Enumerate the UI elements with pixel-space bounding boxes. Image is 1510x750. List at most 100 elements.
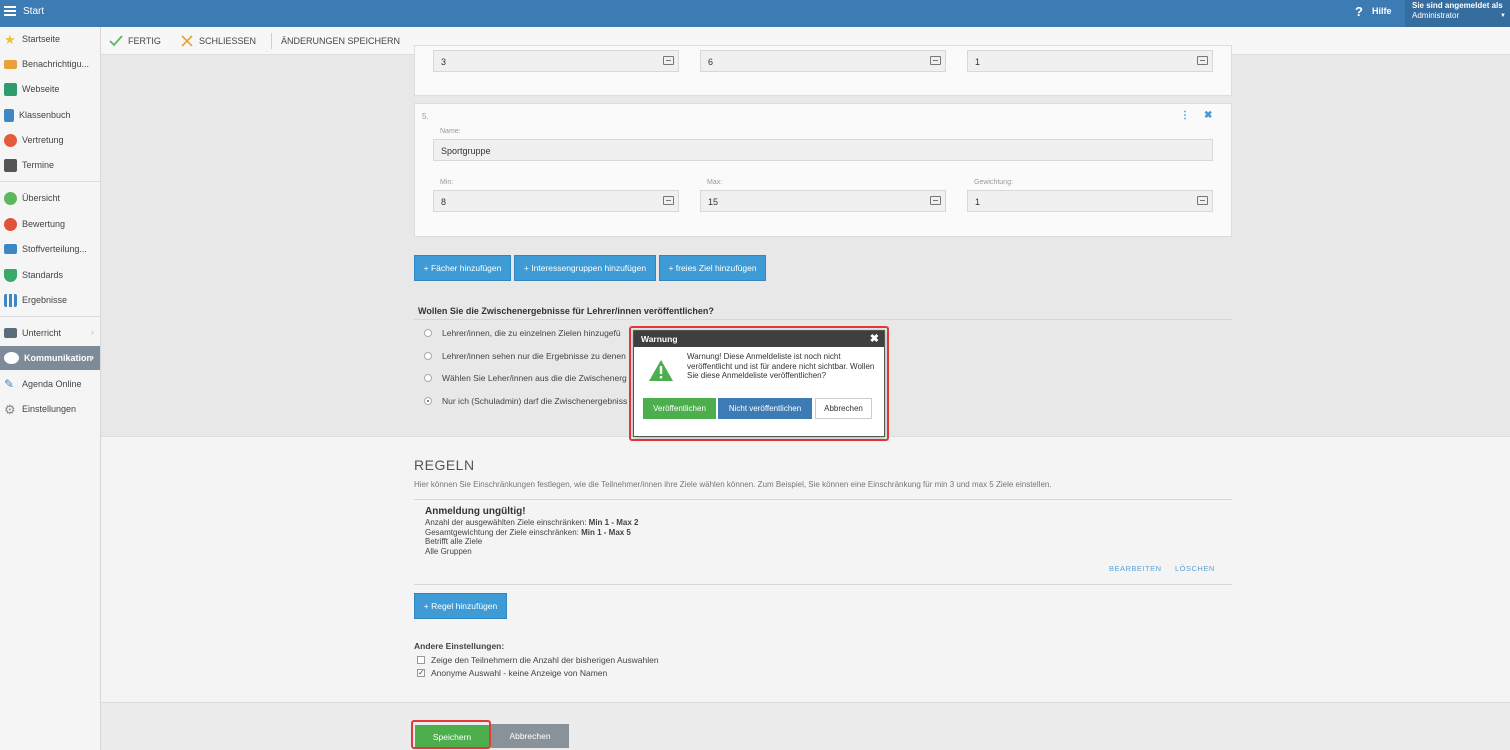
house-icon [4, 82, 17, 96]
check-icon [109, 35, 123, 47]
publish-button[interactable]: Veröffentlichen [643, 398, 716, 419]
rule-weight-value: Min 1 - Max 5 [581, 528, 631, 537]
add-free-goal-button[interactable]: + freies Ziel hinzufügen [659, 255, 766, 281]
rule-line-weight: Gesamtgewichtung der Ziele einschränken:… [425, 528, 631, 537]
user-label: Sie sind angemeldet als [1412, 1, 1503, 10]
save-changes-button[interactable]: ÄNDERUNGEN SPEICHERN [281, 27, 400, 55]
checkbox[interactable] [417, 656, 425, 664]
spinner-icon[interactable] [663, 196, 674, 205]
sidebar-item-einstellungen[interactable]: ⚙ Einstellungen [0, 397, 100, 421]
not-publish-button[interactable]: Nicht veröffentlichen [718, 398, 812, 419]
weight-label: Gewichtung: [974, 179, 1013, 186]
spinner-icon[interactable] [930, 56, 941, 65]
add-rule-button[interactable]: + Regel hinzufügen [414, 593, 507, 619]
sidebar-item-unterricht[interactable]: Unterricht › [0, 321, 100, 345]
sidebar-item-bewertung[interactable]: Bewertung [0, 212, 100, 236]
publish-option-1[interactable]: Lehrer/innen, die zu einzelnen Zielen hi… [424, 328, 621, 338]
min-field[interactable]: 8 [433, 190, 679, 212]
sidebar-item-standards[interactable]: Standards [0, 263, 100, 287]
divider [414, 499, 1232, 500]
envelope-icon [4, 59, 17, 69]
sidebar-item-agenda-online[interactable]: ✎ Agenda Online [0, 372, 100, 396]
min-field[interactable]: 3 [433, 50, 679, 72]
hamburger-menu-icon[interactable] [4, 6, 16, 18]
sidebar-item-stoffverteilung[interactable]: Stoffverteilung... [0, 237, 100, 261]
rule-line-scope: Betrifft alle Ziele [425, 537, 483, 546]
sidebar-item-label: Vertretung [22, 135, 64, 145]
spinner-icon[interactable] [663, 56, 674, 65]
chevron-right-icon: › [91, 327, 94, 337]
add-interest-groups-button[interactable]: + Interessengruppen hinzufügen [514, 255, 656, 281]
dialog-close-icon[interactable]: ✖ [870, 332, 879, 345]
publish-option-4[interactable]: Nur ich (Schuladmin) darf die Zwischener… [424, 396, 627, 406]
remove-group-icon[interactable]: ✖ [1204, 110, 1212, 121]
sidebar-item-webseite[interactable]: Webseite [0, 77, 100, 101]
chat-icon [4, 352, 19, 364]
sidebar-item-label: Unterricht [22, 328, 62, 338]
min-value: 3 [441, 57, 447, 67]
done-button[interactable]: FERTIG [109, 27, 161, 55]
close-button[interactable]: SCHLIESSEN [181, 27, 256, 55]
group-number: 5. [422, 112, 429, 121]
sidebar-item-label: Einstellungen [22, 404, 77, 414]
dialog-cancel-button[interactable]: Abbrechen [815, 398, 872, 419]
radio-button[interactable] [424, 329, 432, 337]
group-card-5: 5. ⋮ ✖ Name: Sportgruppe Min: 8 Max: 15 … [414, 103, 1232, 237]
radio-button[interactable] [424, 352, 432, 360]
weight-field[interactable]: 1 [967, 190, 1213, 212]
publish-option-3[interactable]: Wählen Sie Leher/innen aus die die Zwisc… [424, 373, 627, 383]
max-label: Max: [707, 179, 723, 186]
sidebar-item-termine[interactable]: Termine [0, 153, 100, 177]
sidebar-item-uebersicht[interactable]: Übersicht [0, 186, 100, 210]
name-input[interactable]: Sportgruppe [433, 139, 1213, 161]
option-label: Nur ich (Schuladmin) darf die Zwischener… [442, 396, 628, 406]
user-name: Administrator [1412, 11, 1460, 20]
spinner-icon[interactable] [930, 196, 941, 205]
help-icon[interactable]: ? [1355, 4, 1363, 19]
sidebar-item-label: Webseite [22, 84, 60, 94]
weight-field[interactable]: 1 [967, 50, 1213, 72]
star-icon: ★ [4, 31, 16, 47]
sidebar: ★ Startseite Benachrichtigu... Webseite … [0, 27, 101, 750]
spinner-icon[interactable] [1197, 56, 1208, 65]
delete-rule-link[interactable]: LÖSCHEN [1175, 564, 1215, 573]
anonymous-option[interactable]: ✓ Anonyme Auswahl - keine Anzeige von Na… [417, 668, 607, 678]
publish-option-2[interactable]: Lehrer/innen sehen nur die Ergebnisse zu… [424, 351, 626, 361]
sidebar-item-ergebnisse[interactable]: Ergebnisse [0, 288, 100, 312]
max-field[interactable]: 6 [700, 50, 946, 72]
weight-value: 1 [975, 197, 981, 207]
app-title[interactable]: Start [23, 6, 44, 17]
spinner-icon[interactable] [1197, 196, 1208, 205]
sidebar-item-startseite[interactable]: ★ Startseite [0, 27, 100, 51]
name-value: Sportgruppe [441, 146, 491, 156]
more-options-icon[interactable]: ⋮ [1180, 110, 1190, 121]
dialog-header: Warnung ✖ [634, 331, 884, 347]
sidebar-item-label: Startseite [22, 34, 61, 44]
rule-weight-text: Gesamtgewichtung der Ziele einschränken: [425, 528, 582, 537]
cancel-button[interactable]: Abbrechen [491, 724, 569, 748]
user-menu[interactable]: Sie sind angemeldet als Administrator ▼ [1405, 0, 1510, 27]
sidebar-item-kommunikation[interactable]: Kommunikation › [0, 346, 100, 370]
sidebar-item-klassenbuch[interactable]: Klassenbuch [0, 103, 100, 127]
sidebar-item-label: Kommunikation [24, 353, 93, 363]
edit-rule-link[interactable]: BEARBEITEN [1109, 564, 1162, 573]
person-icon [4, 133, 17, 147]
option-label: Zeige den Teilnehmern die Anzahl der bis… [431, 655, 659, 665]
help-link[interactable]: Hilfe [1372, 6, 1392, 16]
top-bar: Start ? Hilfe Sie sind angemeldet als Ad… [0, 0, 1510, 27]
add-subjects-button[interactable]: + Fächer hinzufügen [414, 255, 511, 281]
book-icon [4, 108, 14, 122]
checkbox-checked[interactable]: ✓ [417, 669, 425, 677]
dialog-message: Warnung! Diese Anmeldeliste ist noch nic… [687, 352, 875, 380]
sidebar-item-vertretung[interactable]: Vertretung [0, 128, 100, 152]
sidebar-item-label: Benachrichtigu... [22, 59, 90, 69]
show-count-option[interactable]: Zeige den Teilnehmern die Anzahl der bis… [417, 655, 659, 665]
max-field[interactable]: 15 [700, 190, 946, 212]
bar-chart-icon [4, 293, 17, 307]
radio-button[interactable] [424, 374, 432, 382]
radio-button-selected[interactable] [424, 397, 432, 405]
rules-description: Hier können Sie Einschränkungen festlege… [414, 480, 1052, 489]
dialog-title: Warnung [641, 334, 678, 344]
sidebar-item-benachrichtigungen[interactable]: Benachrichtigu... [0, 52, 100, 76]
sidebar-item-label: Standards [22, 270, 64, 280]
